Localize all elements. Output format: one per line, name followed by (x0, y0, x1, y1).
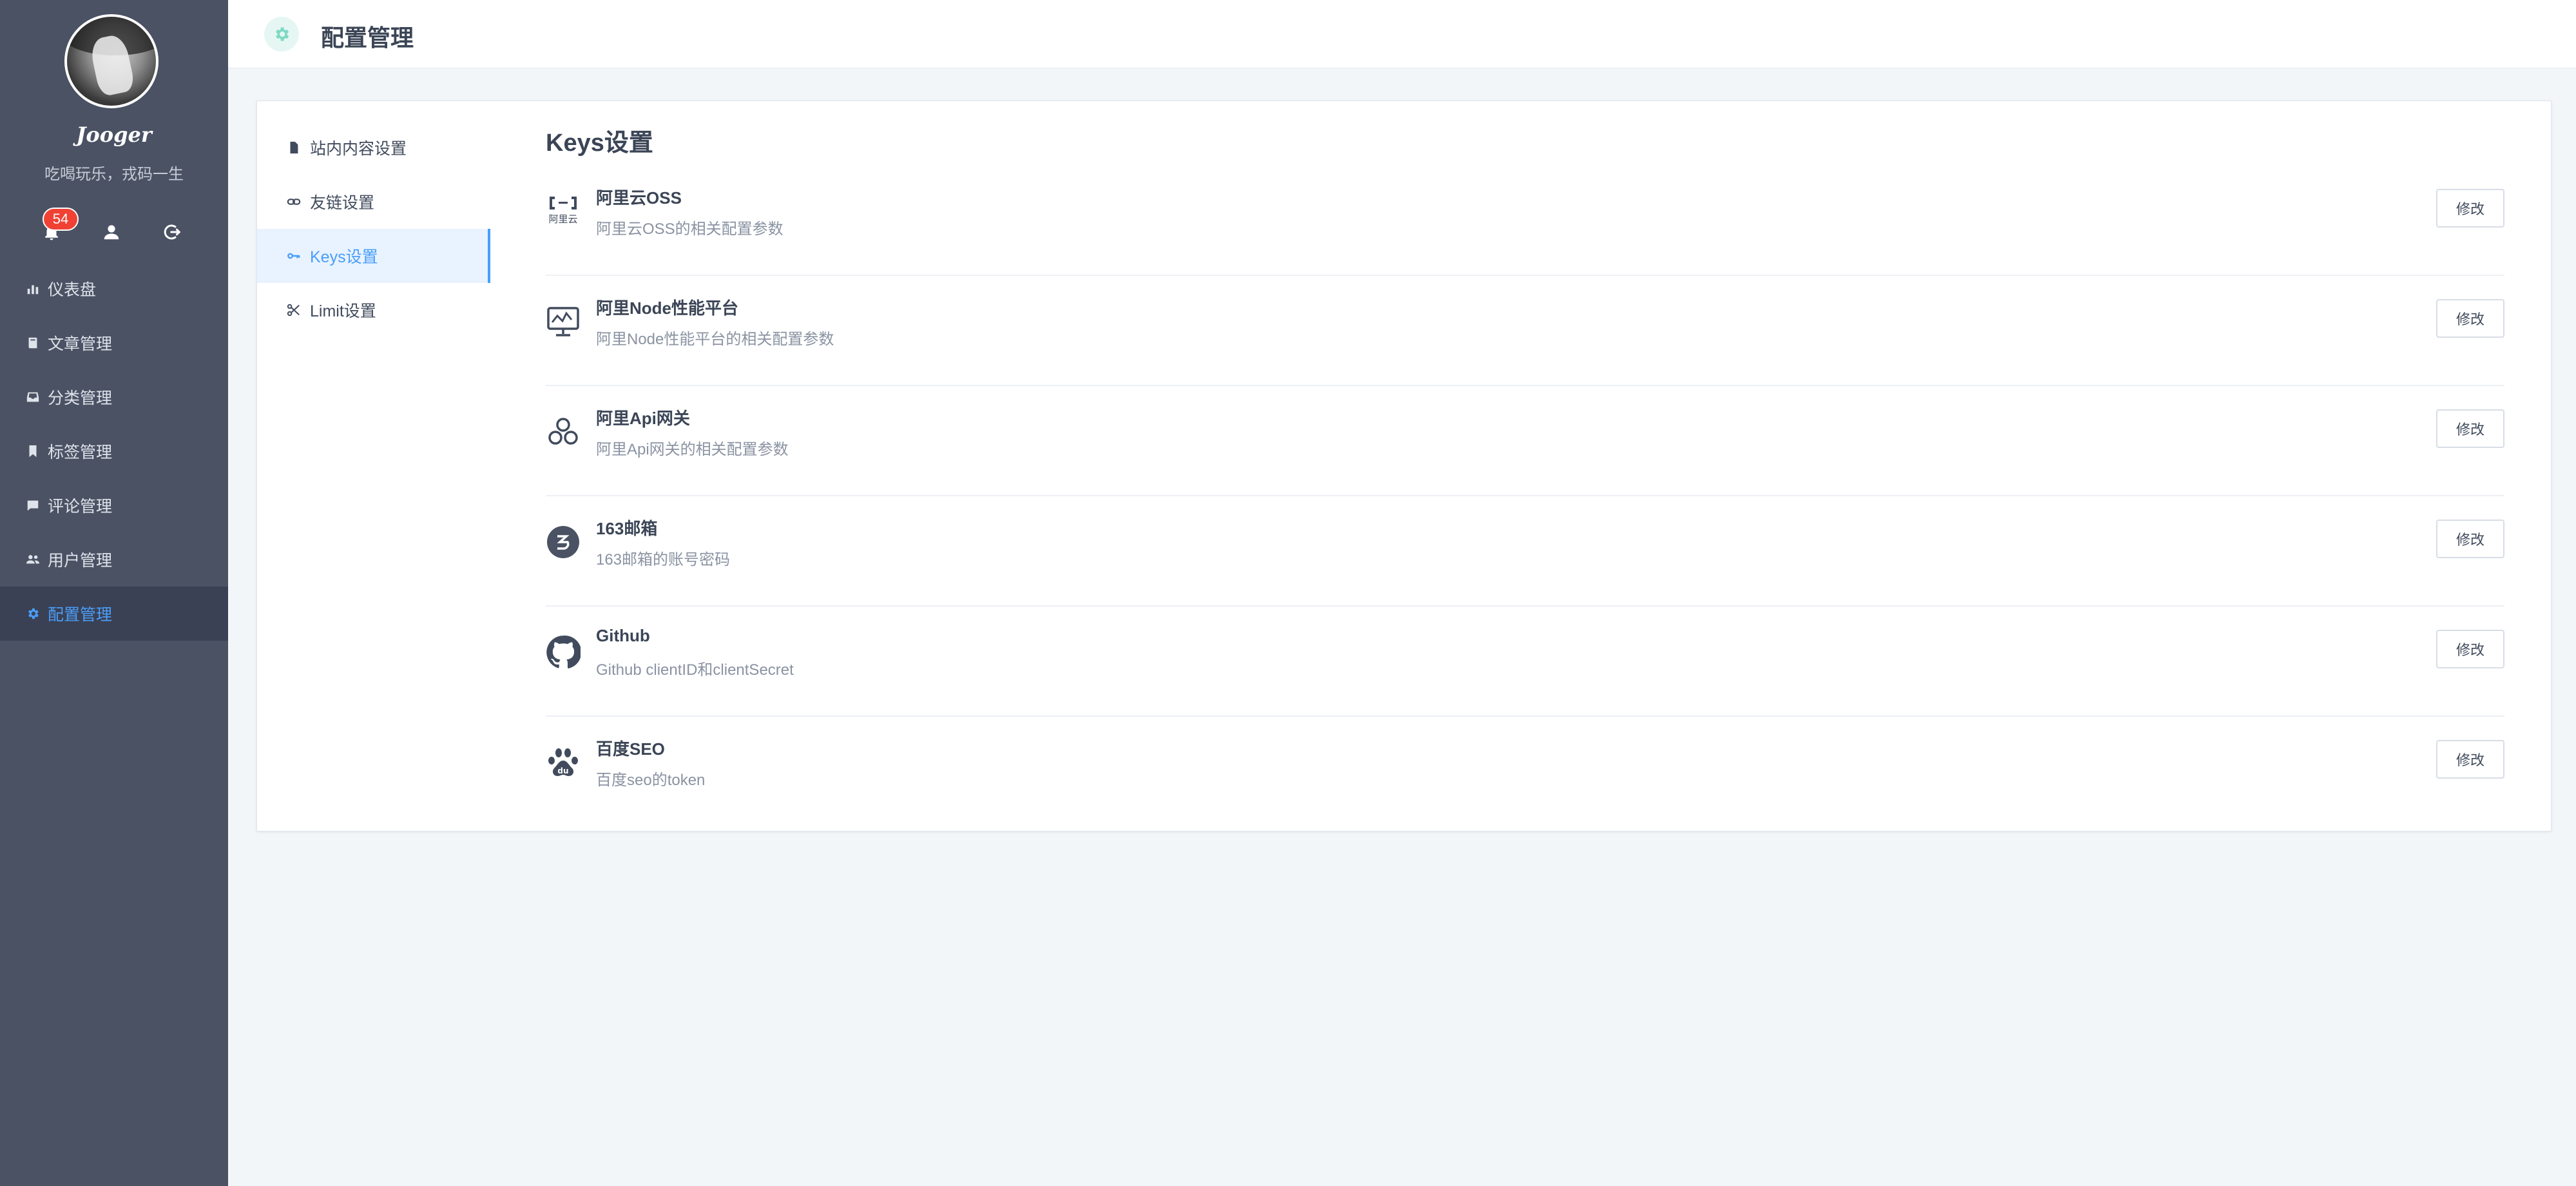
key-desc: 163邮箱的账号密码 (596, 551, 731, 569)
key-row-163-mail: 163邮箱 163邮箱的账号密码 修改 (546, 496, 2504, 607)
notification-badge: 54 (43, 208, 79, 231)
users-icon (26, 552, 40, 567)
comment-icon (26, 498, 40, 512)
github-icon (546, 635, 581, 677)
edit-button-api-gateway[interactable]: 修改 (2436, 409, 2504, 448)
key-name: 百度SEO (596, 739, 665, 759)
api-gateway-icon (546, 414, 581, 457)
bookmark-icon (26, 444, 40, 458)
svg-text:du: du (557, 766, 568, 775)
scissors-icon (287, 303, 301, 317)
submenu-label: Keys设置 (310, 248, 378, 266)
header-gear-icon (264, 17, 299, 52)
user-actions (0, 213, 228, 251)
keys-content: Keys设置 阿里云 阿里云OSS 阿里云OSS的相关配置参数 修改 阿里Nod… (546, 121, 2504, 827)
edit-button-aliyun-oss[interactable]: 修改 (2436, 189, 2504, 228)
svg-text:阿里云: 阿里云 (548, 213, 577, 225)
edit-button-163-mail[interactable]: 修改 (2436, 520, 2504, 558)
key-row-baidu-seo: du 百度SEO 百度seo的token 修改 (546, 717, 2504, 827)
bar-chart-icon (26, 282, 40, 296)
logout-icon (164, 224, 181, 240)
nav-item-label: 分类管理 (48, 389, 113, 407)
key-name: Github (596, 626, 650, 645)
nav-item-comments[interactable]: 评论管理 (0, 478, 228, 532)
submenu-site-content[interactable]: 站内内容设置 (257, 121, 490, 175)
settings-submenu: 站内内容设置 友链设置 Keys设置 Limit设置 (257, 121, 490, 337)
key-desc: 阿里Api网关的相关配置参数 (596, 441, 789, 458)
key-row-aliyun-oss: 阿里云 阿里云OSS 阿里云OSS的相关配置参数 修改 (546, 166, 2504, 276)
edit-button-baidu-seo[interactable]: 修改 (2436, 740, 2504, 779)
key-name: 阿里云OSS (596, 188, 682, 208)
nav-item-label: 标签管理 (48, 443, 113, 462)
monitor-icon (546, 304, 581, 347)
logout-button[interactable] (159, 219, 185, 245)
key-desc: 阿里Node性能平台的相关配置参数 (596, 331, 834, 348)
file-icon (287, 141, 301, 155)
page-title: 配置管理 (321, 24, 414, 51)
section-title: Keys设置 (546, 130, 653, 157)
nav-item-tags[interactable]: 标签管理 (0, 424, 228, 478)
profile-button[interactable] (99, 219, 124, 245)
main-nav: 仪表盘 文章管理 分类管理 标签管理 评论管理 用户管理 配置管理 (0, 262, 228, 641)
submenu-keys[interactable]: Keys设置 (257, 229, 490, 283)
avatar[interactable] (64, 14, 159, 108)
key-desc: 百度seo的token (596, 772, 706, 789)
key-row-node-platform: 阿里Node性能平台 阿里Node性能平台的相关配置参数 修改 (546, 276, 2504, 386)
nav-item-label: 配置管理 (48, 606, 113, 624)
settings-card: 站内内容设置 友链设置 Keys设置 Limit设置 Keys设置 阿里云 阿里… (256, 101, 2552, 831)
user-motto: 吃喝玩乐，戎码一生 (44, 166, 184, 183)
nav-item-dashboard[interactable]: 仪表盘 (0, 262, 228, 316)
key-desc: 阿里云OSS的相关配置参数 (596, 220, 783, 238)
edit-button-node-platform[interactable]: 修改 (2436, 299, 2504, 338)
submenu-label: 站内内容设置 (310, 140, 407, 158)
nav-item-label: 用户管理 (48, 552, 113, 570)
key-row-github: Github Github clientID和clientSecret 修改 (546, 607, 2504, 717)
key-icon (287, 249, 301, 263)
submenu-label: 友链设置 (310, 194, 375, 212)
aliyun-icon: 阿里云 (546, 194, 581, 237)
key-desc: Github clientID和clientSecret (596, 661, 794, 679)
sidebar: Jooger 吃喝玩乐，戎码一生 54 仪表盘 文章管理 分类管理 标签管理 评… (0, 0, 228, 1186)
nav-item-label: 文章管理 (48, 335, 113, 353)
submenu-links[interactable]: 友链设置 (257, 175, 490, 229)
nav-item-categories[interactable]: 分类管理 (0, 370, 228, 424)
nav-item-articles[interactable]: 文章管理 (0, 316, 228, 370)
nav-item-settings[interactable]: 配置管理 (0, 587, 228, 641)
key-name: 163邮箱 (596, 519, 658, 538)
nav-item-users[interactable]: 用户管理 (0, 532, 228, 587)
baidu-icon: du (546, 745, 581, 788)
link-icon (287, 195, 301, 209)
nav-item-label: 仪表盘 (48, 281, 97, 299)
user-icon (104, 225, 119, 240)
submenu-limit[interactable]: Limit设置 (257, 283, 490, 337)
key-name: 阿里Node性能平台 (596, 298, 739, 318)
mail163-icon (546, 525, 581, 567)
book-icon (26, 336, 40, 350)
inbox-icon (26, 390, 40, 404)
username: Jooger (76, 122, 152, 147)
nav-item-label: 评论管理 (48, 498, 113, 516)
key-name: 阿里Api网关 (596, 409, 690, 428)
submenu-label: Limit设置 (310, 302, 376, 320)
key-row-api-gateway: 阿里Api网关 阿里Api网关的相关配置参数 修改 (546, 386, 2504, 496)
gear-icon (26, 607, 40, 621)
edit-button-github[interactable]: 修改 (2436, 630, 2504, 668)
page-header: 配置管理 (228, 0, 2576, 68)
